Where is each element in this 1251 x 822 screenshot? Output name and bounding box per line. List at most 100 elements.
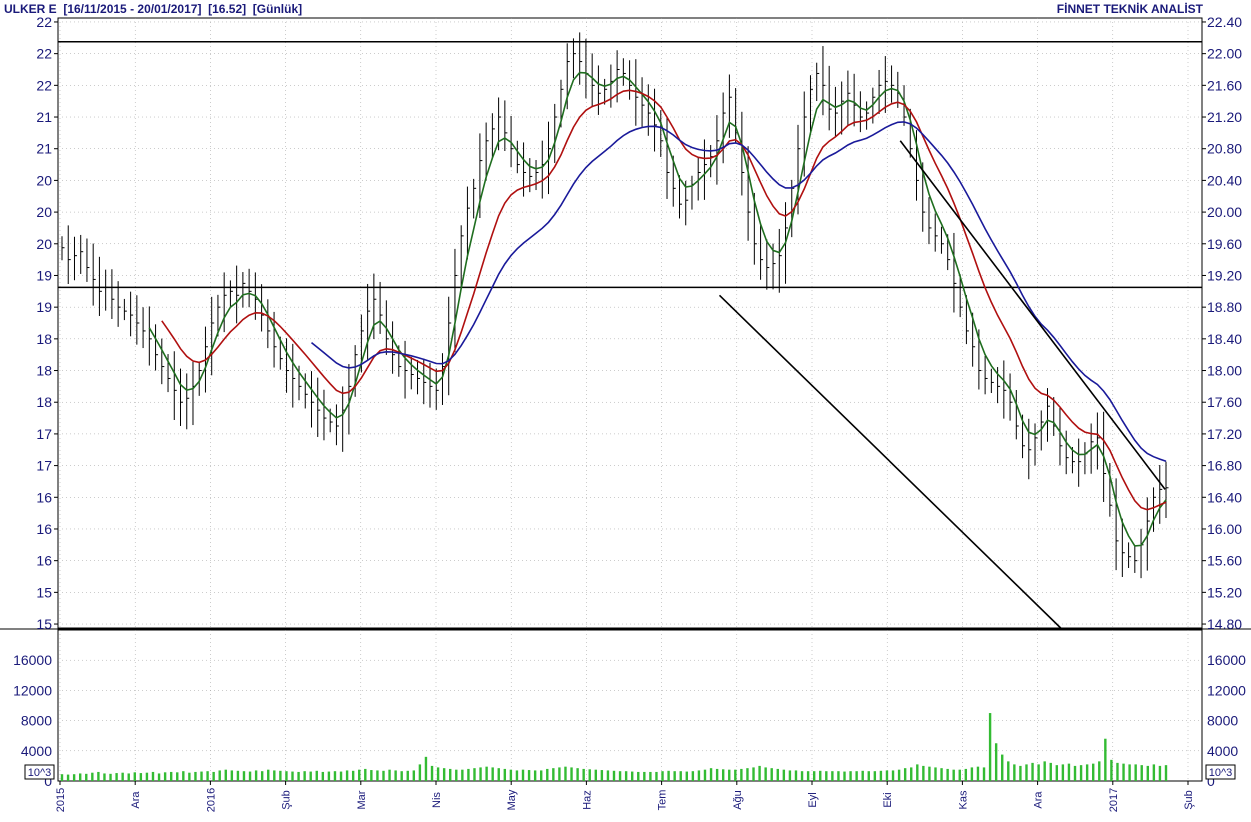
volume-bar: [400, 771, 403, 781]
volume-bar: [825, 771, 828, 781]
volume-bar: [78, 773, 82, 781]
price-tick-label-left: 22: [36, 77, 52, 93]
volume-bar: [485, 766, 488, 781]
volume-bar: [406, 770, 409, 781]
volume-bar: [291, 771, 294, 781]
time-tick-label: May: [506, 789, 518, 810]
price-tick-label-left: 16: [36, 489, 52, 505]
volume-bar: [97, 771, 100, 781]
volume-bar: [988, 713, 992, 781]
volume-bar: [260, 771, 264, 781]
volume-bar: [1110, 759, 1113, 781]
volume-bar: [533, 770, 537, 781]
moving-average-short-line: [148, 71, 1167, 547]
volume-bar: [758, 765, 761, 781]
price-tick-label-left: 20: [36, 204, 52, 220]
volume-bar: [728, 769, 731, 781]
volume-bar: [794, 770, 798, 781]
volume-bar: [721, 769, 725, 781]
price-tick-label-right: 16.00: [1207, 521, 1242, 537]
volume-bar: [121, 772, 124, 781]
volume-bar: [770, 768, 773, 781]
volume-bar: [364, 768, 367, 781]
time-tick-label: Tem: [657, 790, 669, 811]
volume-bar: [564, 766, 567, 781]
volume-bar: [139, 773, 143, 781]
volume-bar: [461, 769, 464, 781]
volume-tick-label-right: 4000: [1207, 743, 1238, 759]
volume-bar: [734, 769, 737, 781]
price-tick-label-left: 16: [36, 553, 52, 569]
volume-bar: [782, 769, 786, 781]
volume-bar: [546, 768, 549, 781]
volume-bar: [964, 768, 968, 781]
volume-bar: [594, 769, 598, 781]
time-tick-label: Eki: [882, 792, 894, 807]
price-tick-label-right: 17.20: [1207, 426, 1242, 442]
price-tick-label-right: 20.00: [1207, 204, 1242, 220]
volume-bar: [503, 768, 507, 781]
volume-bar: [1128, 764, 1131, 781]
volume-bar: [1146, 765, 1150, 781]
volume-bar: [849, 771, 852, 781]
volume-bar: [327, 771, 331, 781]
volume-bar: [1104, 738, 1107, 781]
volume-tick-label-left: 8000: [21, 713, 52, 729]
volume-bar: [218, 770, 221, 781]
price-panel-frame: [57, 17, 1203, 629]
volume-bar: [1158, 765, 1162, 781]
volume-bar: [588, 769, 591, 781]
volume-bar: [479, 767, 482, 781]
volume-bar: [497, 768, 500, 781]
volume-bar: [673, 771, 676, 781]
volume-bar: [752, 767, 755, 781]
volume-bar: [515, 770, 519, 781]
volume-bar: [151, 771, 155, 781]
volume-bar: [449, 768, 452, 781]
price-tick-label-right: 15.60: [1207, 553, 1242, 569]
volume-bar: [624, 771, 628, 781]
volume-bar: [309, 771, 312, 781]
volume-bar: [418, 764, 422, 781]
volume-bar: [1019, 765, 1022, 781]
volume-bar: [1152, 764, 1156, 781]
volume-bar: [527, 770, 531, 781]
volume-bar: [1085, 764, 1089, 781]
volume-bar: [1092, 763, 1095, 781]
volume-bar: [394, 770, 397, 781]
volume-bar: [1037, 764, 1040, 781]
price-tick-label-right: 14.80: [1207, 616, 1242, 632]
price-tick-label-right: 15.20: [1207, 584, 1242, 600]
volume-bar: [861, 770, 864, 781]
volume-bar: [103, 773, 106, 781]
volume-tick-label-left: 12000: [13, 682, 52, 698]
volume-bar: [145, 772, 149, 781]
volume-bar: [127, 773, 130, 781]
volume-bar: [279, 770, 282, 781]
time-tick-label: Kas: [957, 790, 969, 809]
volume-bar: [66, 774, 70, 781]
volume-bar: [424, 756, 428, 781]
volume-bar: [691, 771, 695, 781]
volume-bar: [297, 771, 300, 781]
volume-bar: [649, 771, 652, 781]
volume-bar: [1007, 761, 1010, 781]
price-tick-label-left: 18: [36, 331, 52, 347]
volume-bar: [163, 772, 167, 781]
volume-bar: [570, 767, 573, 781]
volume-bar: [376, 770, 379, 781]
volume-panel-frame: [57, 629, 1203, 782]
price-volume-chart[interactable]: 22.40 22 22.00 22 21.60 22 21.20 21 20.80 21 20.40…: [0, 0, 1251, 822]
volume-bar: [540, 770, 543, 781]
volume-bar: [600, 770, 604, 781]
volume-bar: [345, 770, 349, 781]
volume-bar: [715, 768, 719, 781]
volume-bar: [897, 769, 901, 781]
volume-bar: [248, 771, 252, 781]
price-tick-label-right: 22.40: [1207, 14, 1242, 30]
trendline-channel-resistance: [899, 140, 1166, 490]
volume-bar: [788, 770, 792, 781]
volume-bar: [339, 771, 343, 781]
volume-bar: [315, 770, 318, 781]
time-tick-label: Şub: [281, 790, 293, 810]
